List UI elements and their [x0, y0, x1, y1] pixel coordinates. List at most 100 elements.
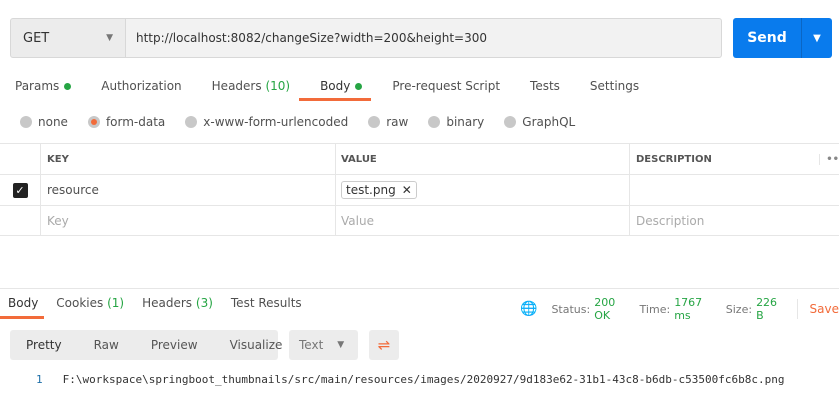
active-tab-indicator — [0, 316, 44, 319]
tab-count: (10) — [265, 79, 291, 93]
description-input[interactable]: Description — [630, 206, 839, 235]
header-description: DESCRIPTION •• — [630, 144, 839, 174]
checkbox-cell — [0, 206, 41, 235]
method-value: GET — [23, 30, 50, 46]
response-meta: 🌐 Status: 200 OK Time: 1767 ms Size: 226 B … — [520, 296, 839, 322]
response-tab-headers[interactable]: Headers (3) — [142, 296, 213, 310]
view-raw-button[interactable]: Raw — [78, 338, 135, 352]
tab-label: Authorization — [101, 79, 182, 93]
tab-settings[interactable]: Settings — [590, 76, 639, 96]
tab-params[interactable]: Params — [15, 76, 72, 96]
size-value: 226 B — [756, 296, 778, 322]
radio-x-www-form-urlencoded[interactable]: x-www-form-urlencoded — [185, 115, 348, 129]
view-preview-button[interactable]: Preview — [135, 338, 214, 352]
size-label: Size: — [725, 302, 753, 316]
header-value: VALUE — [336, 144, 630, 174]
globe-icon[interactable]: 🌐 — [520, 301, 537, 317]
url-value: http://localhost:8082/changeSize?width=2… — [136, 31, 488, 45]
wrap-lines-icon[interactable]: ⇌ — [369, 330, 399, 360]
tab-body[interactable]: Body — [320, 76, 363, 96]
divider — [796, 299, 798, 319]
radio-label: GraphQL — [522, 115, 576, 129]
checkbox[interactable]: ✓ — [12, 182, 28, 198]
status-label: Status: — [551, 302, 591, 316]
tab-label: Body — [320, 79, 351, 93]
active-tab-indicator — [299, 98, 371, 101]
time-value: 1767 ms — [674, 296, 703, 322]
format-select[interactable]: Text ▼ — [289, 330, 358, 360]
key-input[interactable]: Key — [41, 206, 336, 235]
chevron-down-icon: ▼ — [106, 33, 113, 43]
radio-label: form-data — [105, 115, 166, 129]
tab-label: Body — [8, 296, 39, 310]
radio-icon — [368, 116, 381, 128]
radio-graphql[interactable]: GraphQL — [504, 115, 575, 129]
view-visualize-button[interactable]: Visualize — [214, 338, 299, 352]
chevron-down-icon[interactable]: ▼ — [802, 33, 832, 44]
tab-label: Test Results — [230, 296, 302, 310]
save-response-button[interactable]: Save — [810, 302, 839, 316]
value-input[interactable]: Value — [336, 206, 630, 235]
format-value: Text — [299, 338, 324, 352]
response-tabs: Body Cookies (1) Headers (3) Test Result… — [8, 296, 320, 310]
response-tab-cookies[interactable]: Cookies (1) — [56, 296, 124, 310]
request-tabs: Params Authorization Headers (10) Body P… — [15, 76, 669, 96]
radio-raw[interactable]: raw — [368, 115, 408, 129]
file-name: test.png — [346, 183, 396, 197]
tab-label: Tests — [530, 79, 560, 93]
indicator-dot — [64, 82, 72, 90]
tab-label: Headers — [211, 79, 262, 93]
radio-selected-icon — [87, 116, 100, 128]
description-cell[interactable] — [630, 175, 839, 205]
close-icon[interactable]: ✕ — [402, 183, 412, 197]
radio-icon — [428, 116, 441, 128]
response-tab-test-results[interactable]: Test Results — [231, 296, 302, 310]
tab-headers[interactable]: Headers (10) — [212, 76, 290, 96]
more-options-icon[interactable]: •• — [819, 153, 839, 165]
radio-label: none — [38, 115, 68, 129]
tab-label: Settings — [589, 79, 640, 93]
view-mode-group: Pretty Raw Preview Visualize — [10, 330, 282, 360]
table-header: KEY VALUE DESCRIPTION •• — [0, 143, 839, 174]
response-body: 1 F:\workspace\springboot_thumbnails/src… — [36, 373, 784, 386]
method-select[interactable]: GET ▼ — [10, 18, 126, 58]
body-mode-radios: none form-data x-www-form-urlencoded raw… — [20, 115, 595, 129]
time-label: Time: — [639, 302, 671, 316]
header-key: KEY — [41, 144, 336, 174]
key-cell[interactable]: resource — [41, 175, 336, 205]
indicator-dot — [355, 82, 363, 90]
tab-pre-request-script[interactable]: Pre-request Script — [392, 76, 500, 96]
radio-icon — [504, 116, 517, 128]
header-cell — [0, 144, 41, 174]
url-input[interactable]: http://localhost:8082/changeSize?width=2… — [125, 18, 722, 58]
status-value: 200 OK — [594, 296, 616, 322]
chevron-down-icon: ▼ — [337, 340, 345, 350]
tab-tests[interactable]: Tests — [530, 76, 560, 96]
tab-label: Headers — [142, 296, 193, 310]
tab-label: Cookies — [56, 296, 104, 310]
file-chip: test.png ✕ — [341, 181, 417, 199]
header-label: DESCRIPTION — [636, 153, 712, 165]
send-label: Send — [747, 30, 787, 46]
form-data-table: KEY VALUE DESCRIPTION •• ✓ resource test.… — [0, 143, 839, 236]
tab-count: (3) — [195, 296, 213, 310]
checkbox-cell: ✓ — [0, 175, 41, 205]
radio-label: binary — [446, 115, 485, 129]
radio-form-data[interactable]: form-data — [87, 115, 166, 129]
send-button[interactable]: Send ▼ — [733, 18, 832, 58]
table-row-new: Key Value Description — [0, 205, 839, 236]
radio-icon — [185, 116, 198, 128]
radio-none[interactable]: none — [20, 115, 68, 129]
value-cell[interactable]: test.png ✕ — [336, 175, 630, 205]
radio-label: raw — [386, 115, 409, 129]
divider — [0, 288, 839, 289]
radio-label: x-www-form-urlencoded — [203, 115, 349, 129]
tab-label: Pre-request Script — [392, 79, 501, 93]
line-number: 1 — [36, 373, 43, 386]
code-line: F:\workspace\springboot_thumbnails/src/m… — [62, 373, 785, 386]
tab-authorization[interactable]: Authorization — [101, 76, 181, 96]
response-tab-body[interactable]: Body — [8, 296, 38, 310]
radio-binary[interactable]: binary — [428, 115, 484, 129]
radio-icon — [20, 116, 32, 128]
view-pretty-button[interactable]: Pretty — [10, 338, 78, 352]
